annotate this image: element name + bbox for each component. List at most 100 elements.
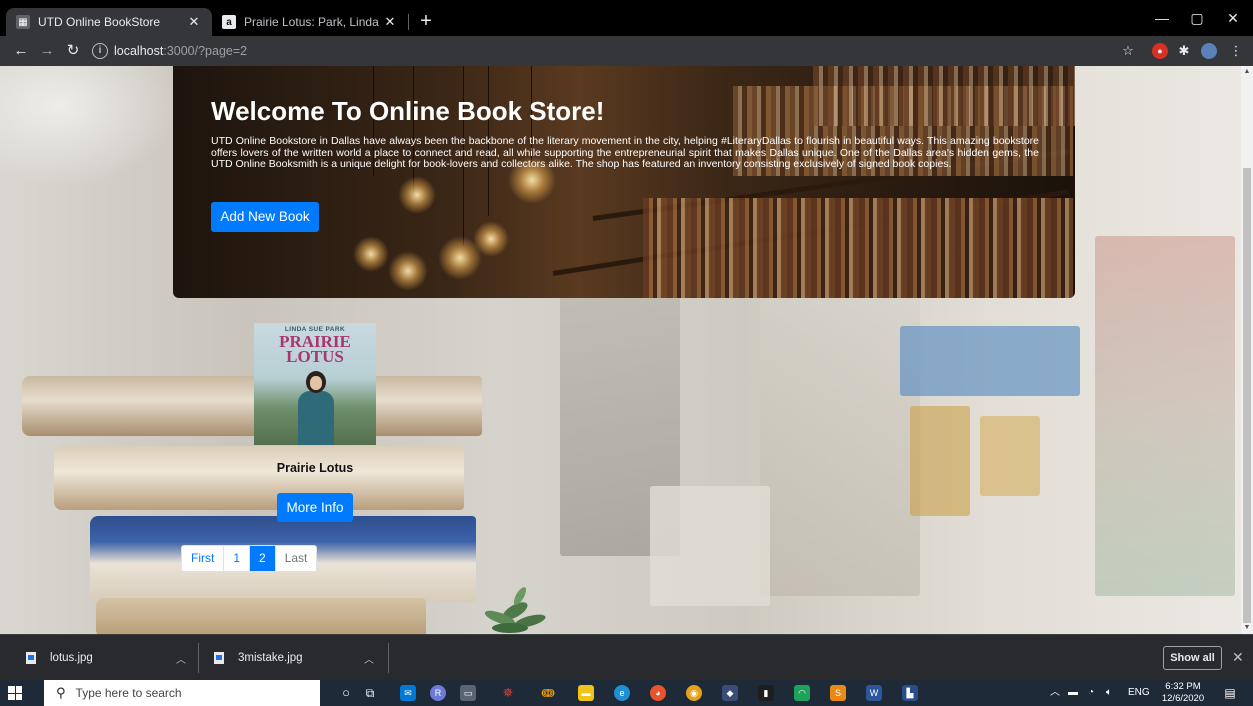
browser-menu-icon[interactable]: ⋮ [1228, 43, 1244, 59]
light-bulb [353, 236, 389, 272]
url-host: localhost [114, 44, 164, 58]
stacked-book [96, 598, 426, 634]
cover-illustration-figure [298, 391, 334, 445]
book-stack-decoration [10, 366, 490, 634]
forward-arrow-icon[interactable]: → [36, 41, 58, 61]
pagination-page-1[interactable]: 1 [224, 546, 251, 571]
back-arrow-icon[interactable]: ← [10, 41, 32, 61]
tab-title: Prairie Lotus: Park, Linda Sue: 97 [244, 15, 382, 29]
mail-icon[interactable]: ✉ [400, 685, 416, 701]
intro-paragraph: UTD Online Bookstore in Dallas have alwa… [211, 135, 1039, 170]
network-icon[interactable]: ▬ [1068, 680, 1078, 706]
add-new-book-button[interactable]: Add New Book [211, 202, 319, 232]
search-icon: ⚲ [56, 685, 66, 700]
tab-title: UTD Online BookStore [38, 15, 161, 29]
app-r-icon[interactable]: R [430, 685, 446, 701]
scroll-up-arrow-icon[interactable]: ▲ [1241, 66, 1253, 78]
reload-icon[interactable]: ↻ [62, 41, 84, 61]
page-scrollbar[interactable]: ▲ ▼ [1241, 66, 1253, 634]
app-blue-icon[interactable]: ▙ [902, 685, 918, 701]
pagination-page-2[interactable]: 2 [250, 546, 276, 571]
windows-start-icon[interactable] [8, 686, 22, 700]
chrome-icon[interactable]: ◉ [686, 685, 702, 701]
background-shelf [760, 276, 920, 596]
volume-icon[interactable]: 🔈︎ [1106, 680, 1112, 706]
app-bracket-icon[interactable]: ↈ [540, 685, 556, 701]
light-bulb [473, 221, 509, 257]
taskbar-clock[interactable]: 6:32 PM 12/6/2020 [1160, 681, 1206, 704]
app-diamond-icon[interactable]: ◆ [722, 685, 738, 701]
notification-center-icon[interactable]: ▤ [1222, 685, 1238, 701]
cortana-icon[interactable]: ○ [338, 685, 354, 701]
browser-toolbar: ← → ↻ i localhost:3000/?page=2 ☆ ● ✱ ⋮ [0, 36, 1253, 66]
new-tab-button[interactable]: + [414, 10, 438, 34]
terminal-icon[interactable]: ▮ [758, 685, 774, 701]
file-explorer-icon[interactable]: ▬ [578, 685, 594, 701]
clock-date: 12/6/2020 [1161, 692, 1205, 704]
chevron-up-icon[interactable]: ︿ [364, 651, 374, 666]
scrollbar-thumb[interactable] [1243, 168, 1251, 623]
close-downloads-icon[interactable]: ✕ [1232, 649, 1244, 666]
page-viewport: Welcome To Online Book Store! UTD Online… [0, 66, 1241, 634]
word-icon[interactable]: W [866, 685, 882, 701]
close-window-button[interactable]: ✕ [1210, 6, 1253, 30]
sublime-icon[interactable]: S [830, 685, 846, 701]
url-path: :3000/?page=2 [163, 44, 248, 58]
download-separator [198, 643, 199, 673]
app-gear-icon[interactable]: ✵ [500, 685, 516, 701]
cover-title-text: PRAIRIE LOTUS [254, 333, 376, 366]
pagination-first[interactable]: First [182, 546, 225, 571]
downloads-bar: lotus.jpg ︿ 3mistake.jpg ︿ Show all ✕ [0, 634, 1253, 680]
page-title: Welcome To Online Book Store! [211, 96, 605, 126]
book-spines [643, 198, 1073, 298]
background-book-display [910, 406, 970, 516]
amazon-favicon-icon: a [222, 15, 236, 29]
scroll-down-arrow-icon[interactable]: ▼ [1241, 622, 1253, 634]
clock-time: 6:32 PM [1165, 681, 1201, 692]
extensions-puzzle-icon[interactable]: ✱ [1176, 43, 1192, 59]
background-shelf [1095, 236, 1235, 596]
cover-title-line: LOTUS [286, 347, 344, 366]
edge-browser-icon[interactable]: e [614, 685, 630, 701]
firefox-icon[interactable]: ◕ [650, 685, 666, 701]
tab-separator [408, 14, 409, 30]
book-title: Prairie Lotus [276, 461, 354, 475]
stacked-book [54, 446, 464, 510]
background-book-display [980, 416, 1040, 496]
tab-prairie-lotus[interactable]: a Prairie Lotus: Park, Linda Sue: 97 ✕ [212, 8, 408, 36]
extension-red-icon[interactable]: ● [1152, 43, 1168, 59]
book-spines [813, 66, 1075, 126]
tray-chevron-icon[interactable]: ︿ [1050, 680, 1060, 706]
download-item-lotus[interactable]: lotus.jpg ︿ [26, 635, 196, 681]
app-window-icon[interactable]: ▭ [460, 685, 476, 701]
site-info-icon[interactable]: i [92, 43, 108, 59]
task-view-icon[interactable]: ⧉ [362, 685, 378, 701]
app-green-icon[interactable]: ◠ [794, 685, 810, 701]
tab-utd-bookstore[interactable]: ▦ UTD Online BookStore ✕ [6, 8, 212, 36]
pagination: First 1 2 Last [181, 545, 318, 572]
chevron-up-icon[interactable]: ︿ [176, 651, 186, 666]
taskbar-search-input[interactable]: ⚲ Type here to search [44, 680, 320, 706]
bookstore-favicon-icon: ▦ [16, 15, 30, 29]
pagination-last[interactable]: Last [275, 546, 317, 571]
search-placeholder: Type here to search [75, 686, 182, 700]
more-info-button[interactable]: More Info [277, 493, 353, 522]
image-file-icon [214, 652, 224, 664]
wifi-icon[interactable]: ◔ [1088, 680, 1094, 706]
windows-taskbar: ⚲ Type here to search ○ ⧉ ✉ R ▭ ✵ ↈ ▬ e … [0, 680, 1253, 706]
profile-avatar-icon[interactable] [1201, 43, 1217, 59]
light-bulb [398, 176, 436, 214]
download-item-3mistake[interactable]: 3mistake.jpg ︿ [214, 635, 384, 681]
stacked-book [22, 376, 482, 436]
book-cover-image[interactable]: LINDA SUE PARK PRAIRIE LOTUS [254, 323, 376, 445]
download-separator [388, 643, 389, 673]
plant-decoration [484, 587, 546, 633]
background-shelf [650, 486, 770, 606]
tab-close-icon[interactable]: ✕ [382, 14, 398, 30]
bookmark-star-icon[interactable]: ☆ [1120, 43, 1136, 59]
show-all-downloads-button[interactable]: Show all [1163, 646, 1222, 670]
address-bar[interactable]: i localhost:3000/?page=2 [92, 40, 1112, 62]
tab-close-icon[interactable]: ✕ [186, 14, 202, 30]
download-filename: lotus.jpg [50, 652, 93, 664]
language-indicator[interactable]: ENG [1128, 680, 1150, 706]
